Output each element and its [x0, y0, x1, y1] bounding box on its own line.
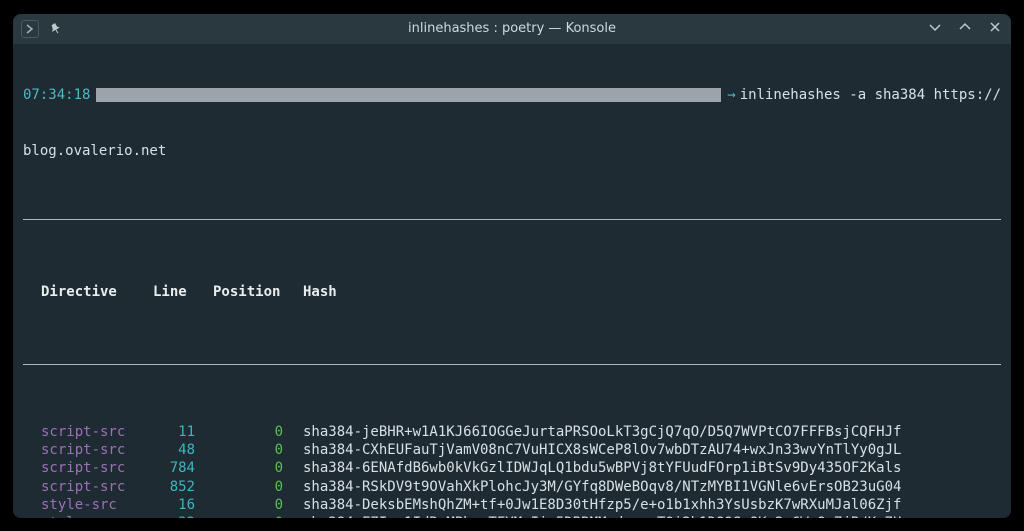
titlebar[interactable]: inlinehashes : poetry — Konsole	[13, 14, 1011, 44]
cell-hash: sha384-F7Irc1IdRyMPhzoTFYMaIin5DBRMMsduz…	[303, 514, 1001, 518]
cell-directive: script-src	[23, 478, 153, 496]
table-row: style-src320sha384-F7Irc1IdRyMPhzoTFYMaI…	[23, 514, 1001, 518]
progress-bar	[96, 88, 721, 102]
cell-directive: style-src	[23, 514, 153, 518]
table-row: style-src160sha384-DeksbEMshQhZM+tf+0Jw1…	[23, 496, 1001, 514]
table-row: script-src110sha384-jeBHR+w1A1KJ66IOGGeJ…	[23, 423, 1001, 441]
table-header: Directive Line Position Hash	[23, 279, 1001, 305]
chevron-right-icon[interactable]	[21, 20, 39, 38]
cell-hash: sha384-RSkDV9t9OVahXkPlohcJy3M/GYfq8DWeB…	[303, 478, 1001, 496]
cell-hash: sha384-6ENAfdB6wb0kVkGzlIDWJqLQ1bdu5wBPV…	[303, 459, 1001, 477]
cell-directive: script-src	[23, 441, 153, 459]
cell-hash: sha384-DeksbEMshQhZM+tf+0Jw1E8D30tHfzp5/…	[303, 496, 1001, 514]
table-row: script-src7840sha384-6ENAfdB6wb0kVkGzlID…	[23, 459, 1001, 477]
arrow-icon: →	[727, 86, 735, 104]
cell-directive: script-src	[23, 459, 153, 477]
cell-hash: sha384-jeBHR+w1A1KJ66IOGGeJurtaPRSOoLkT3…	[303, 423, 1001, 441]
cell-line: 11	[153, 423, 213, 441]
divider-mid	[23, 364, 1001, 365]
header-line: Line	[153, 283, 213, 301]
cell-line: 32	[153, 514, 213, 518]
cell-line: 784	[153, 459, 213, 477]
close-button[interactable]	[987, 20, 1003, 38]
header-directive: Directive	[23, 283, 153, 301]
cell-directive: style-src	[23, 496, 153, 514]
header-position: Position	[213, 283, 303, 301]
command-text: inlinehashes -a sha384 https://	[740, 86, 1001, 104]
window-title: inlinehashes : poetry — Konsole	[408, 21, 616, 36]
header-hash: Hash	[303, 283, 1001, 301]
rows-container: script-src110sha384-jeBHR+w1A1KJ66IOGGeJ…	[23, 423, 1001, 517]
cell-position: 0	[213, 478, 303, 496]
pin-icon[interactable]	[47, 21, 63, 37]
prompt-line-1: 07:34:18 → inlinehashes -a sha384 https:…	[23, 86, 1001, 104]
cell-position: 0	[213, 459, 303, 477]
cell-position: 0	[213, 496, 303, 514]
cell-position: 0	[213, 423, 303, 441]
table-row: script-src8520sha384-RSkDV9t9OVahXkPlohc…	[23, 478, 1001, 496]
cell-position: 0	[213, 514, 303, 518]
konsole-window: inlinehashes : poetry — Konsole 07:34:18…	[13, 14, 1011, 518]
minimize-button[interactable]	[927, 20, 943, 38]
cell-hash: sha384-CXhEUFauTjVamV08nC7VuHICX8sWCeP8l…	[303, 441, 1001, 459]
command-continuation: blog.ovalerio.net	[23, 142, 1001, 160]
terminal-area[interactable]: 07:34:18 → inlinehashes -a sha384 https:…	[13, 44, 1011, 518]
titlebar-left	[21, 20, 63, 38]
cell-line: 48	[153, 441, 213, 459]
cell-directive: script-src	[23, 423, 153, 441]
maximize-button[interactable]	[957, 20, 973, 38]
window-controls	[927, 20, 1003, 38]
divider-top	[23, 219, 1001, 220]
timestamp: 07:34:18	[23, 86, 90, 104]
cell-line: 852	[153, 478, 213, 496]
table-row: script-src480sha384-CXhEUFauTjVamV08nC7V…	[23, 441, 1001, 459]
cell-position: 0	[213, 441, 303, 459]
cell-line: 16	[153, 496, 213, 514]
